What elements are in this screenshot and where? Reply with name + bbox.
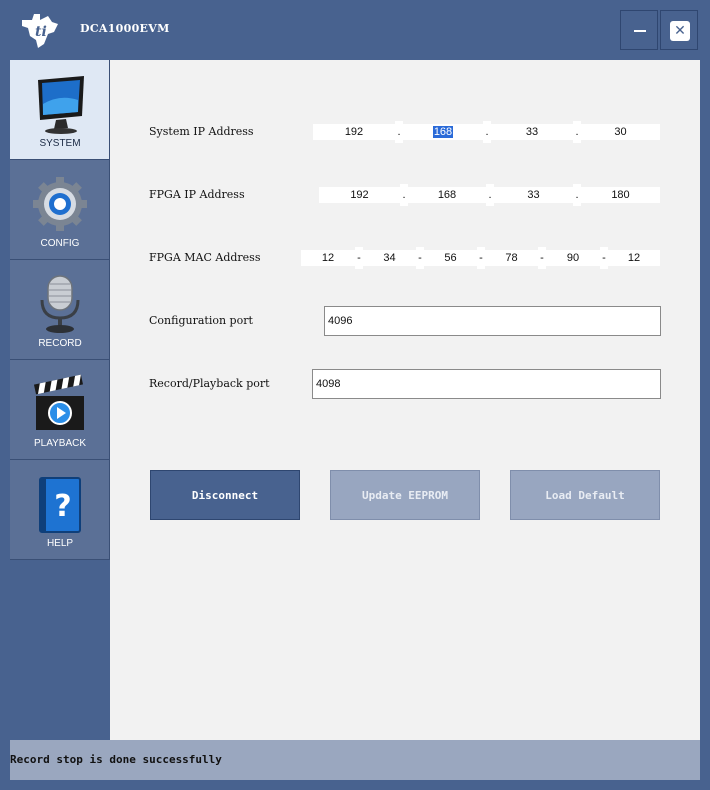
fpga-mac-octet-3[interactable]: 56 xyxy=(424,250,477,266)
update-eeprom-button[interactable]: Update EEPROM xyxy=(330,470,480,520)
svg-text:?: ? xyxy=(54,489,71,524)
sidebar-item-label: SYSTEM xyxy=(39,138,81,149)
sidebar-item-label: CONFIG xyxy=(40,238,80,249)
close-icon: ✕ xyxy=(670,21,690,41)
fpga-mac-label: FPGA MAC Address xyxy=(149,251,261,264)
microphone-icon xyxy=(40,275,80,333)
fpga-mac-octet-4[interactable]: 78 xyxy=(485,250,538,266)
fpga-ip-octet-1[interactable]: 192 xyxy=(319,187,400,203)
sidebar-item-record[interactable]: RECORD xyxy=(10,260,110,360)
fpga-mac-octet-6[interactable]: 12 xyxy=(608,250,660,266)
monitor-icon xyxy=(38,76,84,134)
system-ip-octet-4[interactable]: 30 xyxy=(581,124,660,140)
status-bar: Record stop is done successfully xyxy=(10,740,700,780)
fpga-ip-octet-2[interactable]: 168 xyxy=(408,187,486,203)
load-default-button[interactable]: Load Default xyxy=(510,470,660,520)
system-ip-separator: . xyxy=(395,121,403,143)
ti-logo-icon: ti xyxy=(22,14,58,48)
fpga-mac-separator: - xyxy=(355,247,363,269)
minimize-icon xyxy=(634,30,646,32)
disconnect-button[interactable]: Disconnect xyxy=(150,470,300,520)
system-panel: System IP Address 192 . 168 . 33 . 30 FP… xyxy=(110,60,700,740)
fpga-mac-octet-5[interactable]: 90 xyxy=(546,250,600,266)
fpga-ip-separator: . xyxy=(573,184,581,206)
sidebar-nav: SYSTEM CONFIG RECORD PLAYBACK ? HELP xyxy=(10,60,110,560)
selected-text: 168 xyxy=(432,126,454,138)
fpga-ip-octet-3[interactable]: 33 xyxy=(494,187,573,203)
fpga-mac-separator: - xyxy=(477,247,485,269)
fpga-ip-separator: . xyxy=(486,184,494,206)
svg-text:ti: ti xyxy=(35,24,47,40)
fpga-mac-separator: - xyxy=(538,247,546,269)
system-ip-octet-2[interactable]: 168 xyxy=(403,124,483,140)
fpga-ip-separator: . xyxy=(400,184,408,206)
sidebar-item-label: PLAYBACK xyxy=(33,438,87,449)
sidebar-item-playback[interactable]: PLAYBACK xyxy=(10,360,110,460)
gear-icon xyxy=(33,177,87,231)
record-port-label: Record/Playback port xyxy=(149,377,270,390)
fpga-ip-octet-4[interactable]: 180 xyxy=(581,187,660,203)
fpga-mac-separator: - xyxy=(600,247,608,269)
fpga-ip-label: FPGA IP Address xyxy=(149,188,245,201)
sidebar-item-system[interactable]: SYSTEM xyxy=(10,60,110,160)
sidebar-item-label: RECORD xyxy=(38,338,82,349)
system-ip-octet-3[interactable]: 33 xyxy=(491,124,573,140)
system-ip-octet-1[interactable]: 192 xyxy=(313,124,395,140)
system-ip-separator: . xyxy=(573,121,581,143)
minimize-button[interactable] xyxy=(620,10,658,50)
clapperboard-icon xyxy=(33,374,84,430)
fpga-mac-octet-1[interactable]: 12 xyxy=(301,250,355,266)
sidebar-item-config[interactable]: CONFIG xyxy=(10,160,110,260)
status-message: Record stop is done successfully xyxy=(10,753,222,766)
close-button[interactable]: ✕ xyxy=(660,10,698,50)
title-bar: ti DCA1000EVM ✕ xyxy=(0,0,710,60)
sidebar-item-label: HELP xyxy=(46,538,74,549)
fpga-mac-separator: - xyxy=(416,247,424,269)
app-title: DCA1000EVM xyxy=(80,22,170,35)
config-port-label: Configuration port xyxy=(149,314,253,327)
config-port-input[interactable]: 4096 xyxy=(324,306,661,336)
help-book-icon: ? xyxy=(39,477,81,533)
system-ip-label: System IP Address xyxy=(149,125,254,138)
fpga-mac-octet-2[interactable]: 34 xyxy=(363,250,416,266)
sidebar-item-help[interactable]: ? HELP xyxy=(10,460,110,560)
record-port-input[interactable]: 4098 xyxy=(312,369,661,399)
system-ip-separator: . xyxy=(483,121,491,143)
